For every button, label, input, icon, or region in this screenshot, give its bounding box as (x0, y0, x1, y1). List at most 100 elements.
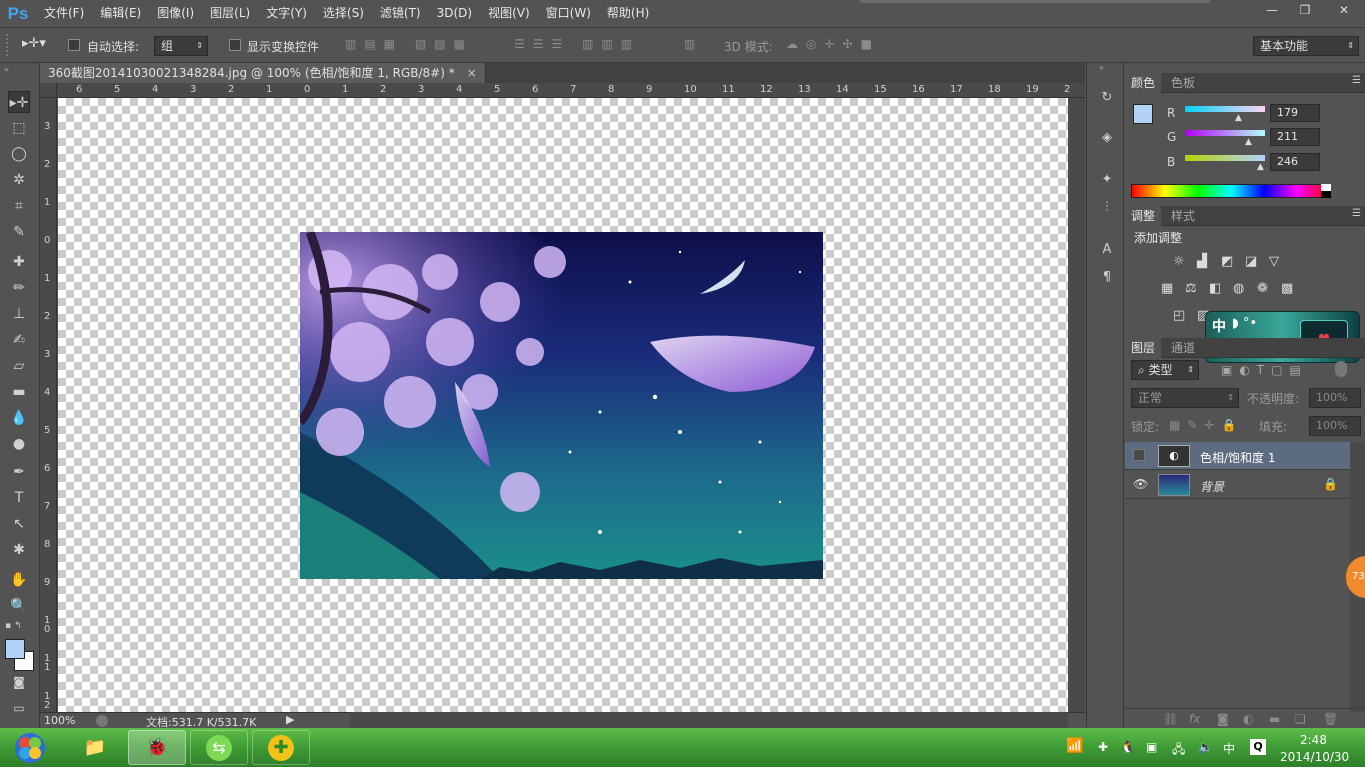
eye-icon[interactable]: 👁 (1133, 477, 1148, 491)
tab-styles[interactable]: 样式 (1165, 206, 1201, 226)
tray-lang[interactable]: 中 (1223, 740, 1235, 757)
device-tray-icon[interactable]: ▣ (1146, 740, 1157, 754)
browser-app-icon[interactable]: ⇆ (190, 730, 248, 765)
history-panel-icon[interactable]: ↻ (1096, 87, 1118, 109)
show-transform-checkbox[interactable] (229, 39, 241, 54)
layer-visibility-toggle[interactable] (1133, 449, 1145, 461)
layer-row-background[interactable]: 👁 背景 🔒 (1125, 471, 1350, 499)
collapse-arrows-icon[interactable]: » (4, 65, 9, 74)
brush-presets-icon[interactable]: ⫶ (1096, 197, 1118, 219)
menu-view[interactable]: 视图(V) (480, 0, 538, 27)
auto-select-checkbox[interactable] (68, 39, 80, 54)
history-brush-tool-icon[interactable]: ✍ (8, 329, 30, 351)
type-tool-icon[interactable]: T (8, 487, 30, 509)
foreground-color-swatch[interactable] (5, 639, 25, 659)
stamp-tool-icon[interactable]: ⊥ (8, 303, 30, 325)
brush-panel-icon[interactable]: ✦ (1096, 169, 1118, 191)
close-button[interactable]: ✕ (1323, 0, 1365, 20)
vibrance-icon[interactable]: ▽ (1269, 254, 1279, 269)
horizontal-scrollbar[interactable] (350, 712, 1068, 728)
channel-mixer-icon[interactable]: ❁ (1257, 281, 1268, 296)
hue-saturation-icon[interactable]: ▦ (1161, 281, 1173, 296)
photoshop-logo-icon[interactable]: Ps (0, 0, 36, 27)
photo-filter-icon[interactable]: ◍ (1233, 281, 1244, 296)
document-tab[interactable]: 360截图20141030021348284.jpg @ 100% (色相/饱和… (40, 63, 486, 83)
clock-date[interactable]: 2014/10/30 (1280, 750, 1349, 764)
security-app-icon[interactable]: ✚ (252, 730, 310, 765)
link-icon[interactable]: ⛓ (1163, 712, 1178, 726)
fx-icon[interactable]: fx (1189, 712, 1200, 726)
eraser-tool-icon[interactable]: ▱ (8, 355, 30, 377)
eyedropper-tool-icon[interactable]: ✎ (8, 221, 30, 243)
adjustment-icon[interactable]: ◐ (1243, 712, 1253, 726)
ruler-origin[interactable] (40, 83, 57, 98)
workspace-dropdown[interactable]: 基本功能 ⇕ (1253, 36, 1359, 56)
menu-select[interactable]: 选择(S) (315, 0, 372, 27)
lasso-tool-icon[interactable]: ◯ (8, 143, 30, 165)
g-value-input[interactable]: 211 (1270, 128, 1320, 146)
network-tray-icon[interactable]: 🖧 (1172, 740, 1185, 761)
status-info-icon[interactable] (96, 715, 108, 727)
screen-mode-icon[interactable]: ▭ (8, 697, 30, 719)
levels-icon[interactable]: ▟ (1197, 254, 1207, 269)
color-lookup-icon[interactable]: ▩ (1281, 281, 1293, 296)
tab-color[interactable]: 颜色 (1125, 73, 1162, 93)
character-panel-icon[interactable]: A (1096, 239, 1118, 261)
distribute-icons[interactable]: ☰☰☰ ▥▥▥ (514, 37, 640, 51)
menu-help[interactable]: 帮助(H) (599, 0, 657, 27)
layer-name[interactable]: 背景 (1200, 478, 1224, 495)
blend-mode-dropdown[interactable]: 正常 ⇕ (1131, 388, 1239, 408)
brightness-contrast-icon[interactable]: ☼ (1173, 254, 1185, 269)
restore-button[interactable]: ❐ (1290, 0, 1320, 20)
new-layer-icon[interactable]: ❏ (1295, 712, 1306, 726)
magic-wand-tool-icon[interactable]: ✲ (8, 169, 30, 191)
menu-image[interactable]: 图像(I) (149, 0, 202, 27)
qq-tray-icon[interactable]: 🐧 (1120, 740, 1135, 754)
menu-filter[interactable]: 滤镜(T) (372, 0, 429, 27)
exposure-icon[interactable]: ◪ (1245, 254, 1257, 269)
r-slider-thumb-icon[interactable]: ▲ (1235, 113, 1242, 123)
paragraph-panel-icon[interactable]: ¶ (1096, 267, 1118, 289)
crop-tool-icon[interactable]: ⌗ (8, 195, 30, 217)
layer-name[interactable]: 色相/饱和度 1 (1200, 449, 1276, 466)
move-tool-preset-icon[interactable]: ▸✛▾ (22, 36, 46, 51)
vertical-scrollbar[interactable] (1068, 98, 1085, 712)
align-icons[interactable]: ▥▤▦ ▧▨▩ (345, 37, 473, 51)
layer-row-hue-saturation[interactable]: ◐ 色相/饱和度 1 (1125, 442, 1350, 470)
start-button-icon[interactable] (4, 730, 56, 765)
path-selection-tool-icon[interactable]: ↖ (8, 513, 30, 535)
curves-icon[interactable]: ◩ (1221, 254, 1233, 269)
color-balance-icon[interactable]: ⚖ (1185, 281, 1197, 296)
move-tool-icon[interactable]: ▸✛ (8, 91, 30, 113)
default-colors-icon[interactable]: ▪ ↰ (5, 621, 22, 631)
ime-moon-icon[interactable]: ◗ °• (1232, 316, 1257, 331)
document-image[interactable] (300, 232, 823, 579)
b-slider-thumb-icon[interactable]: ▲ (1257, 162, 1264, 172)
pen-tool-icon[interactable]: ✒ (8, 461, 30, 483)
ladybug-app-icon[interactable]: 🐞 (128, 730, 186, 765)
quick-mask-icon[interactable]: ◙ (8, 671, 30, 693)
menu-layer[interactable]: 图层(L) (202, 0, 258, 27)
3d-mode-icons[interactable]: ☁◎✛✣■ (786, 37, 880, 51)
layer-filter-icons[interactable]: ▣◐T▢▤ (1221, 363, 1308, 377)
tab-adjustments[interactable]: 调整 (1125, 206, 1162, 226)
trash-icon[interactable]: 🗑 (1323, 712, 1338, 726)
auto-select-dropdown[interactable]: 组 ⇕ (154, 36, 208, 56)
folder-icon[interactable]: ▬ (1269, 712, 1280, 726)
wifi-icon[interactable]: 📶 (1066, 738, 1083, 754)
ruler-vertical[interactable]: 32101234567891 01 11 2 (40, 98, 57, 713)
b-value-input[interactable]: 246 (1270, 153, 1320, 171)
fill-input[interactable]: 100% (1309, 416, 1361, 436)
shape-tool-icon[interactable]: ✱ (8, 539, 30, 561)
tab-swatches[interactable]: 色板 (1165, 73, 1201, 93)
menu-type[interactable]: 文字(Y) (258, 0, 315, 27)
panel-menu-icon[interactable]: ☰ (1352, 75, 1361, 86)
color-spectrum-ramp[interactable] (1131, 184, 1331, 198)
gradient-tool-icon[interactable]: ▬ (8, 381, 30, 403)
mask-icon[interactable]: ◙ (1217, 712, 1229, 726)
ruler-horizontal[interactable]: 6 5 4 3 2 1 0 1 2 3 4 5 6 7 8 9 10 11 12 13 14 15 16 17 18 19 2 (40, 83, 1085, 98)
black-white-ramp[interactable] (1321, 184, 1331, 198)
blur-tool-icon[interactable]: 💧 (8, 407, 30, 429)
g-slider[interactable] (1185, 130, 1265, 136)
tab-layers[interactable]: 图层 (1125, 338, 1162, 358)
